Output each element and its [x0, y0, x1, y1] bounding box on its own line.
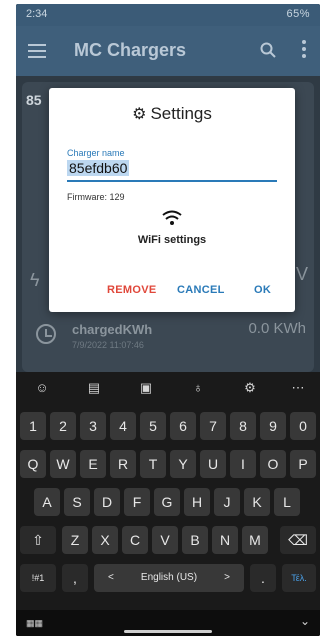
charger-name-input[interactable]: 85efdb60	[67, 160, 130, 176]
keyboard: ☺ ▤ ▣ ♁ ⚙ ⋯ 1234567890 QWERTYUIOP ASDFGH…	[16, 372, 320, 636]
key-1[interactable]: 1	[20, 412, 46, 440]
app-bar: MC Chargers	[16, 26, 320, 76]
dialog-title-text: Settings	[150, 104, 212, 123]
key-y[interactable]: Y	[170, 450, 196, 478]
key-h[interactable]: H	[184, 488, 210, 516]
bottom-row: !#1 , < English (US) > . Τέλ.	[16, 564, 320, 596]
input-underline	[67, 180, 277, 182]
cancel-button[interactable]: CANCEL	[177, 284, 225, 296]
status-bar: 2:34 65%	[16, 4, 320, 26]
search-icon[interactable]	[260, 42, 276, 58]
asdf-row: ASDFGHJKL	[16, 488, 320, 520]
key-t[interactable]: T	[140, 450, 166, 478]
app-title: MC Chargers	[74, 40, 187, 60]
key-x[interactable]: X	[92, 526, 118, 554]
key-q[interactable]: Q	[20, 450, 46, 478]
key-c[interactable]: C	[122, 526, 148, 554]
symbols-key[interactable]: !#1	[20, 564, 56, 592]
key-z[interactable]: Z	[62, 526, 88, 554]
mic-icon[interactable]: ♁	[188, 380, 208, 398]
wifi-icon[interactable]	[162, 210, 182, 226]
backspace-key[interactable]: ⌫	[280, 526, 316, 554]
charged-kwh-label: chargedKWh	[72, 322, 153, 337]
firmware-text: Firmware: 129	[67, 192, 125, 202]
key-u[interactable]: U	[200, 450, 226, 478]
key-v[interactable]: V	[152, 526, 178, 554]
charger-name-label: Charger name	[67, 148, 125, 158]
key-o[interactable]: O	[260, 450, 286, 478]
menu-icon[interactable]	[28, 40, 46, 60]
key-j[interactable]: J	[214, 488, 240, 516]
home-handle[interactable]	[124, 630, 212, 633]
key-2[interactable]: 2	[50, 412, 76, 440]
phone-screen: 2:34 65% MC Chargers 85 ϟ V chargedKWh 7…	[16, 4, 320, 636]
sticker-icon[interactable]: ▣	[136, 380, 156, 398]
status-time: 2:34	[26, 8, 48, 20]
key-4[interactable]: 4	[110, 412, 136, 440]
wifi-settings-button[interactable]: WiFi settings	[49, 234, 295, 246]
key-8[interactable]: 8	[230, 412, 256, 440]
key-3[interactable]: 3	[80, 412, 106, 440]
comma-key[interactable]: ,	[62, 564, 88, 592]
key-0[interactable]: 0	[290, 412, 316, 440]
left-arrow-icon: <	[108, 572, 114, 583]
key-f[interactable]: F	[124, 488, 150, 516]
key-d[interactable]: D	[94, 488, 120, 516]
key-7[interactable]: 7	[200, 412, 226, 440]
nav-strip: ▦▦ ⌄	[16, 610, 320, 636]
more-icon[interactable]: ⋯	[288, 380, 308, 398]
more-options-icon[interactable]	[302, 40, 306, 61]
hide-keyboard-icon[interactable]: ⌄	[300, 614, 310, 628]
zxcv-row: ⇧ ⌫ ZXCVBNM	[16, 526, 320, 558]
clock-icon	[36, 324, 56, 344]
charged-kwh-date: 7/9/2022 11:07:46	[72, 340, 144, 350]
clipboard-icon[interactable]: ▤	[84, 380, 104, 398]
voltage-unit: V	[295, 264, 308, 284]
key-r[interactable]: R	[110, 450, 136, 478]
emoji-icon[interactable]: ☺	[32, 380, 52, 398]
key-p[interactable]: P	[290, 450, 316, 478]
key-i[interactable]: I	[230, 450, 256, 478]
key-m[interactable]: M	[242, 526, 268, 554]
bolt-icon: ϟ	[30, 270, 40, 290]
period-key[interactable]: .	[250, 564, 276, 592]
right-arrow-icon: >	[224, 572, 230, 583]
key-n[interactable]: N	[212, 526, 238, 554]
gear-icon: ⚙	[132, 106, 147, 123]
charger-number: 85	[26, 92, 42, 108]
key-w[interactable]: W	[50, 450, 76, 478]
settings-dialog: ⚙ Settings Charger name 85efdb60 Firmware…	[49, 88, 295, 312]
key-a[interactable]: A	[34, 488, 60, 516]
qwerty-row: QWERTYUIOP	[16, 450, 320, 482]
key-k[interactable]: K	[244, 488, 270, 516]
keyboard-settings-icon[interactable]: ⚙	[240, 380, 260, 398]
key-b[interactable]: B	[182, 526, 208, 554]
charged-kwh-value: 0.0 KWh	[248, 320, 306, 337]
space-key[interactable]: < English (US) >	[94, 564, 244, 592]
key-e[interactable]: E	[80, 450, 106, 478]
keyboard-grid-icon[interactable]: ▦▦	[26, 618, 43, 629]
key-9[interactable]: 9	[260, 412, 286, 440]
space-label: English (US)	[140, 572, 198, 583]
battery-level: 65%	[286, 8, 310, 20]
key-6[interactable]: 6	[170, 412, 196, 440]
enter-key[interactable]: Τέλ.	[282, 564, 316, 592]
dialog-title: ⚙ Settings	[49, 104, 295, 124]
number-row: 1234567890	[16, 412, 320, 444]
key-s[interactable]: S	[64, 488, 90, 516]
remove-button[interactable]: REMOVE	[107, 284, 156, 296]
keyboard-toolbar: ☺ ▤ ▣ ♁ ⚙ ⋯	[16, 372, 320, 406]
key-l[interactable]: L	[274, 488, 300, 516]
key-5[interactable]: 5	[140, 412, 166, 440]
shift-key[interactable]: ⇧	[20, 526, 56, 554]
key-g[interactable]: G	[154, 488, 180, 516]
ok-button[interactable]: OK	[254, 284, 271, 296]
